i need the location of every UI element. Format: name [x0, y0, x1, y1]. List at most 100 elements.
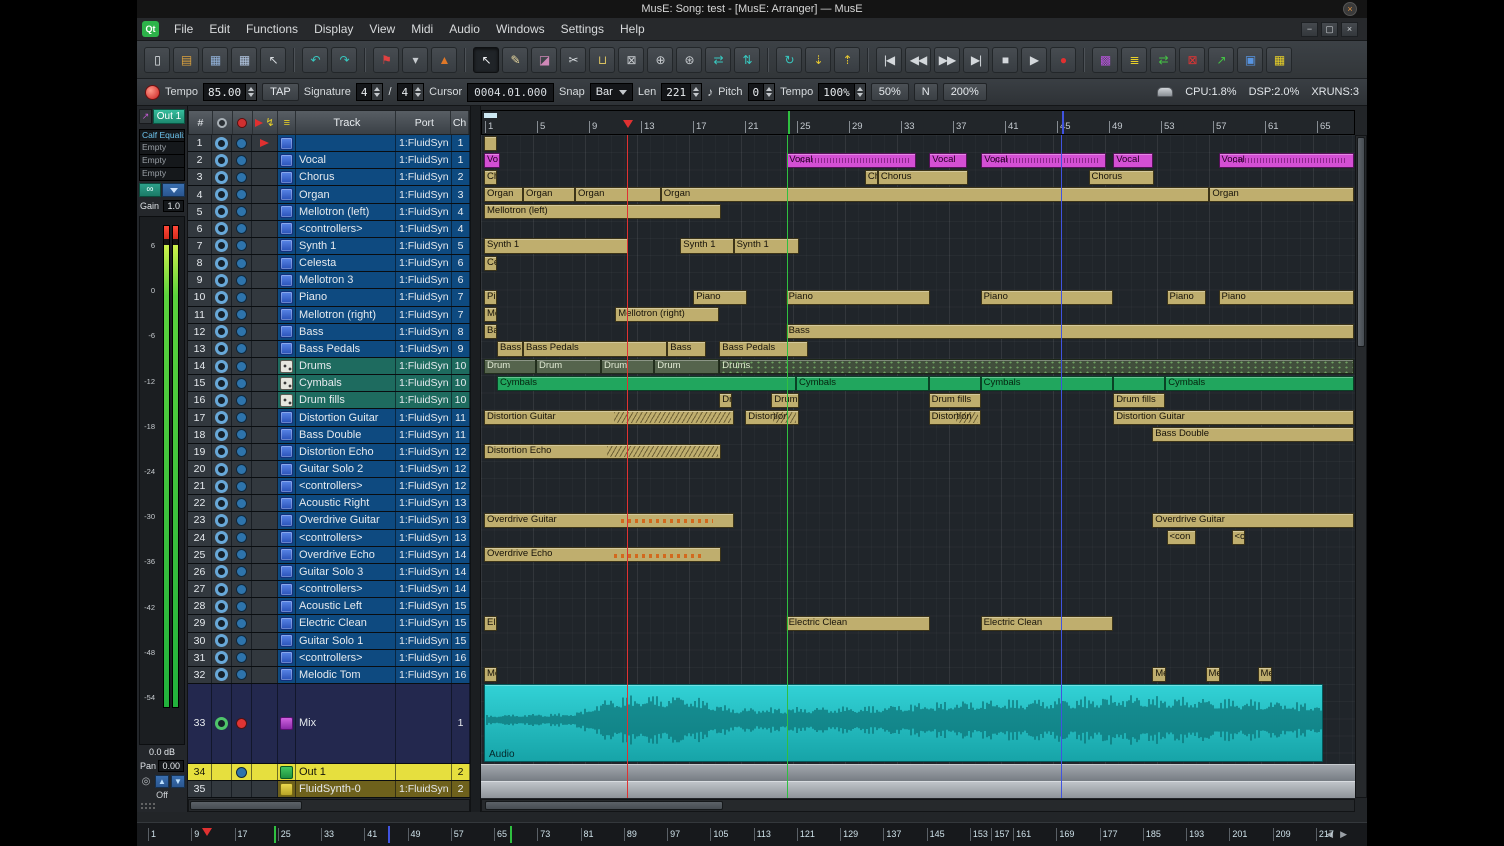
part-piano[interactable]: Piano	[1167, 290, 1206, 305]
part-unnamed[interactable]	[1113, 376, 1165, 391]
sig-num-arrows[interactable]	[371, 84, 382, 100]
strip-track-button[interactable]: Out 1	[153, 109, 185, 124]
part-unnamed[interactable]	[484, 136, 497, 151]
track-row-5[interactable]: 5Mellotron (left)1:FluidSyn4	[188, 204, 470, 221]
part-me[interactable]: Me	[1258, 667, 1272, 682]
track-row-34[interactable]: 34Out 12	[188, 764, 470, 781]
mute-button[interactable]	[215, 651, 228, 664]
mute-button[interactable]	[215, 565, 228, 578]
pitch-arrows[interactable]	[763, 84, 774, 100]
track-row-22[interactable]: 22Acoustic Right1:FluidSyn13	[188, 495, 470, 512]
playhead-marker-icon[interactable]	[623, 120, 633, 128]
track-row-32[interactable]: 32Melodic Tom1:FluidSyn16	[188, 667, 470, 684]
loop-button[interactable]: ↻	[776, 47, 802, 73]
mute-button[interactable]	[215, 717, 228, 730]
part-piano[interactable]: Piano	[693, 290, 746, 305]
track-row-24[interactable]: 24<controllers>1:FluidSyn13	[188, 530, 470, 547]
record-button[interactable]	[236, 240, 247, 251]
track-row-33[interactable]: 33Mix1	[188, 684, 470, 764]
redo-button[interactable]: ↷	[331, 47, 357, 73]
part-chorus[interactable]: Chorus	[878, 170, 968, 185]
tempo-spinbox[interactable]: 85.00	[203, 83, 257, 101]
punch-in-button[interactable]: ⇣	[805, 47, 831, 73]
track-row-15[interactable]: 15Cymbals1:FluidSyn10	[188, 375, 470, 392]
track-row-26[interactable]: 26Guitar Solo 31:FluidSyn14	[188, 564, 470, 581]
part-synth-1[interactable]: Synth 1	[734, 238, 799, 253]
part--c[interactable]: <c	[1232, 530, 1245, 545]
track-row-8[interactable]: 8Celesta1:FluidSyn6	[188, 255, 470, 272]
pan-tool-button[interactable]: ⊛	[676, 47, 702, 73]
record-button[interactable]	[236, 326, 247, 337]
record-button[interactable]	[236, 429, 247, 440]
track-row-19[interactable]: 19Distortion Echo1:FluidSyn12	[188, 444, 470, 461]
record-button[interactable]	[236, 652, 247, 663]
mute-button[interactable]	[215, 600, 228, 613]
mute-button[interactable]	[215, 222, 228, 235]
part-ce[interactable]: Ce	[484, 256, 497, 271]
fast-forward-button[interactable]: ▶▶	[934, 47, 960, 73]
record-button[interactable]	[236, 378, 247, 389]
pointer-tool-button[interactable]: ↖	[473, 47, 499, 73]
range-tool-button[interactable]: ⇄	[705, 47, 731, 73]
eraser-tool-button[interactable]: ◪	[531, 47, 557, 73]
bigtime-window-button[interactable]: ▩	[1092, 47, 1118, 73]
part-distortion[interactable]: Distortion	[929, 410, 981, 425]
pencil-tool-button[interactable]: ✎	[502, 47, 528, 73]
track-row-7[interactable]: 7Synth 11:FluidSyn5	[188, 238, 470, 255]
track-row-30[interactable]: 30Guitar Solo 11:FluidSyn15	[188, 633, 470, 650]
record-button[interactable]	[236, 275, 247, 286]
record-button[interactable]	[236, 395, 247, 406]
sig-den-arrows[interactable]	[412, 84, 423, 100]
part-bass[interactable]: Bass	[786, 324, 1354, 339]
strip-route-button[interactable]: ↗	[139, 109, 152, 124]
mute-button[interactable]	[215, 308, 228, 321]
mute-button[interactable]	[215, 428, 228, 441]
goto-start-button[interactable]: |◀	[876, 47, 902, 73]
track-row-21[interactable]: 21<controllers>1:FluidSyn12	[188, 478, 470, 495]
track-row-28[interactable]: 28Acoustic Left1:FluidSyn15	[188, 598, 470, 615]
mute-button[interactable]	[215, 583, 228, 596]
track-row-13[interactable]: 13Bass Pedals1:FluidSyn9	[188, 341, 470, 358]
window-close-button[interactable]: ×	[1343, 2, 1357, 16]
track-row-11[interactable]: 11Mellotron (right)1:FluidSyn7	[188, 307, 470, 324]
mdi-close-button[interactable]: ×	[1341, 22, 1358, 37]
track-row-10[interactable]: 10Piano1:FluidSyn7	[188, 289, 470, 306]
part-distortion-guitar[interactable]: Distortion Guitar	[484, 410, 734, 425]
part-me[interactable]: Me	[484, 307, 497, 322]
overview-next-icon[interactable]: ▶	[1340, 829, 1347, 840]
track-row-1[interactable]: 11:FluidSyn1	[188, 135, 470, 152]
signature-numerator-spinbox[interactable]: 4	[356, 83, 384, 101]
mute-button[interactable]	[215, 445, 228, 458]
record-button[interactable]	[236, 464, 247, 475]
panic-button[interactable]	[145, 85, 160, 100]
part-distortion[interactable]: Distortion	[745, 410, 798, 425]
part-organ[interactable]: Organ	[1209, 187, 1353, 202]
arranger-canvas[interactable]: VoVocalVocalVocalVocalVocalChChChorusCho…	[481, 135, 1355, 798]
track-row-9[interactable]: 9Mellotron 31:FluidSyn6	[188, 272, 470, 289]
part-synth-1[interactable]: Synth 1	[680, 238, 733, 253]
len-arrows[interactable]	[690, 84, 701, 100]
part-ba[interactable]: Ba	[484, 324, 497, 339]
part-organ[interactable]: Organ	[575, 187, 661, 202]
snap-dropdown[interactable]: Bar	[590, 83, 633, 101]
part-ch[interactable]: Ch	[484, 170, 497, 185]
menu-audio[interactable]: Audio	[441, 19, 488, 39]
metronome-button[interactable]: ▲	[431, 47, 457, 73]
menu-file[interactable]: File	[166, 19, 201, 39]
signature-denominator-spinbox[interactable]: 4	[397, 83, 425, 101]
record-button[interactable]	[236, 549, 247, 560]
record-button[interactable]	[236, 412, 247, 423]
part-mellotron-left-[interactable]: Mellotron (left)	[484, 204, 721, 219]
record-button[interactable]	[236, 138, 247, 149]
part-audio[interactable]: Audio	[484, 684, 1323, 762]
menu-edit[interactable]: Edit	[201, 19, 238, 39]
mute-button[interactable]	[215, 411, 228, 424]
canvas-hscrollbar[interactable]	[481, 799, 1355, 812]
mute-button[interactable]	[215, 668, 228, 681]
part-organ[interactable]: Organ	[523, 187, 575, 202]
glue-tool-button[interactable]: ⊔	[589, 47, 615, 73]
titlebar[interactable]: MusE: Song: test - [MusE: Arranger] — Mu…	[137, 0, 1367, 18]
punch-flag-button[interactable]: ⚑	[373, 47, 399, 73]
midi-sync-button[interactable]: ⇄	[1150, 47, 1176, 73]
part-overdrive-guitar[interactable]: Overdrive Guitar	[484, 513, 734, 528]
